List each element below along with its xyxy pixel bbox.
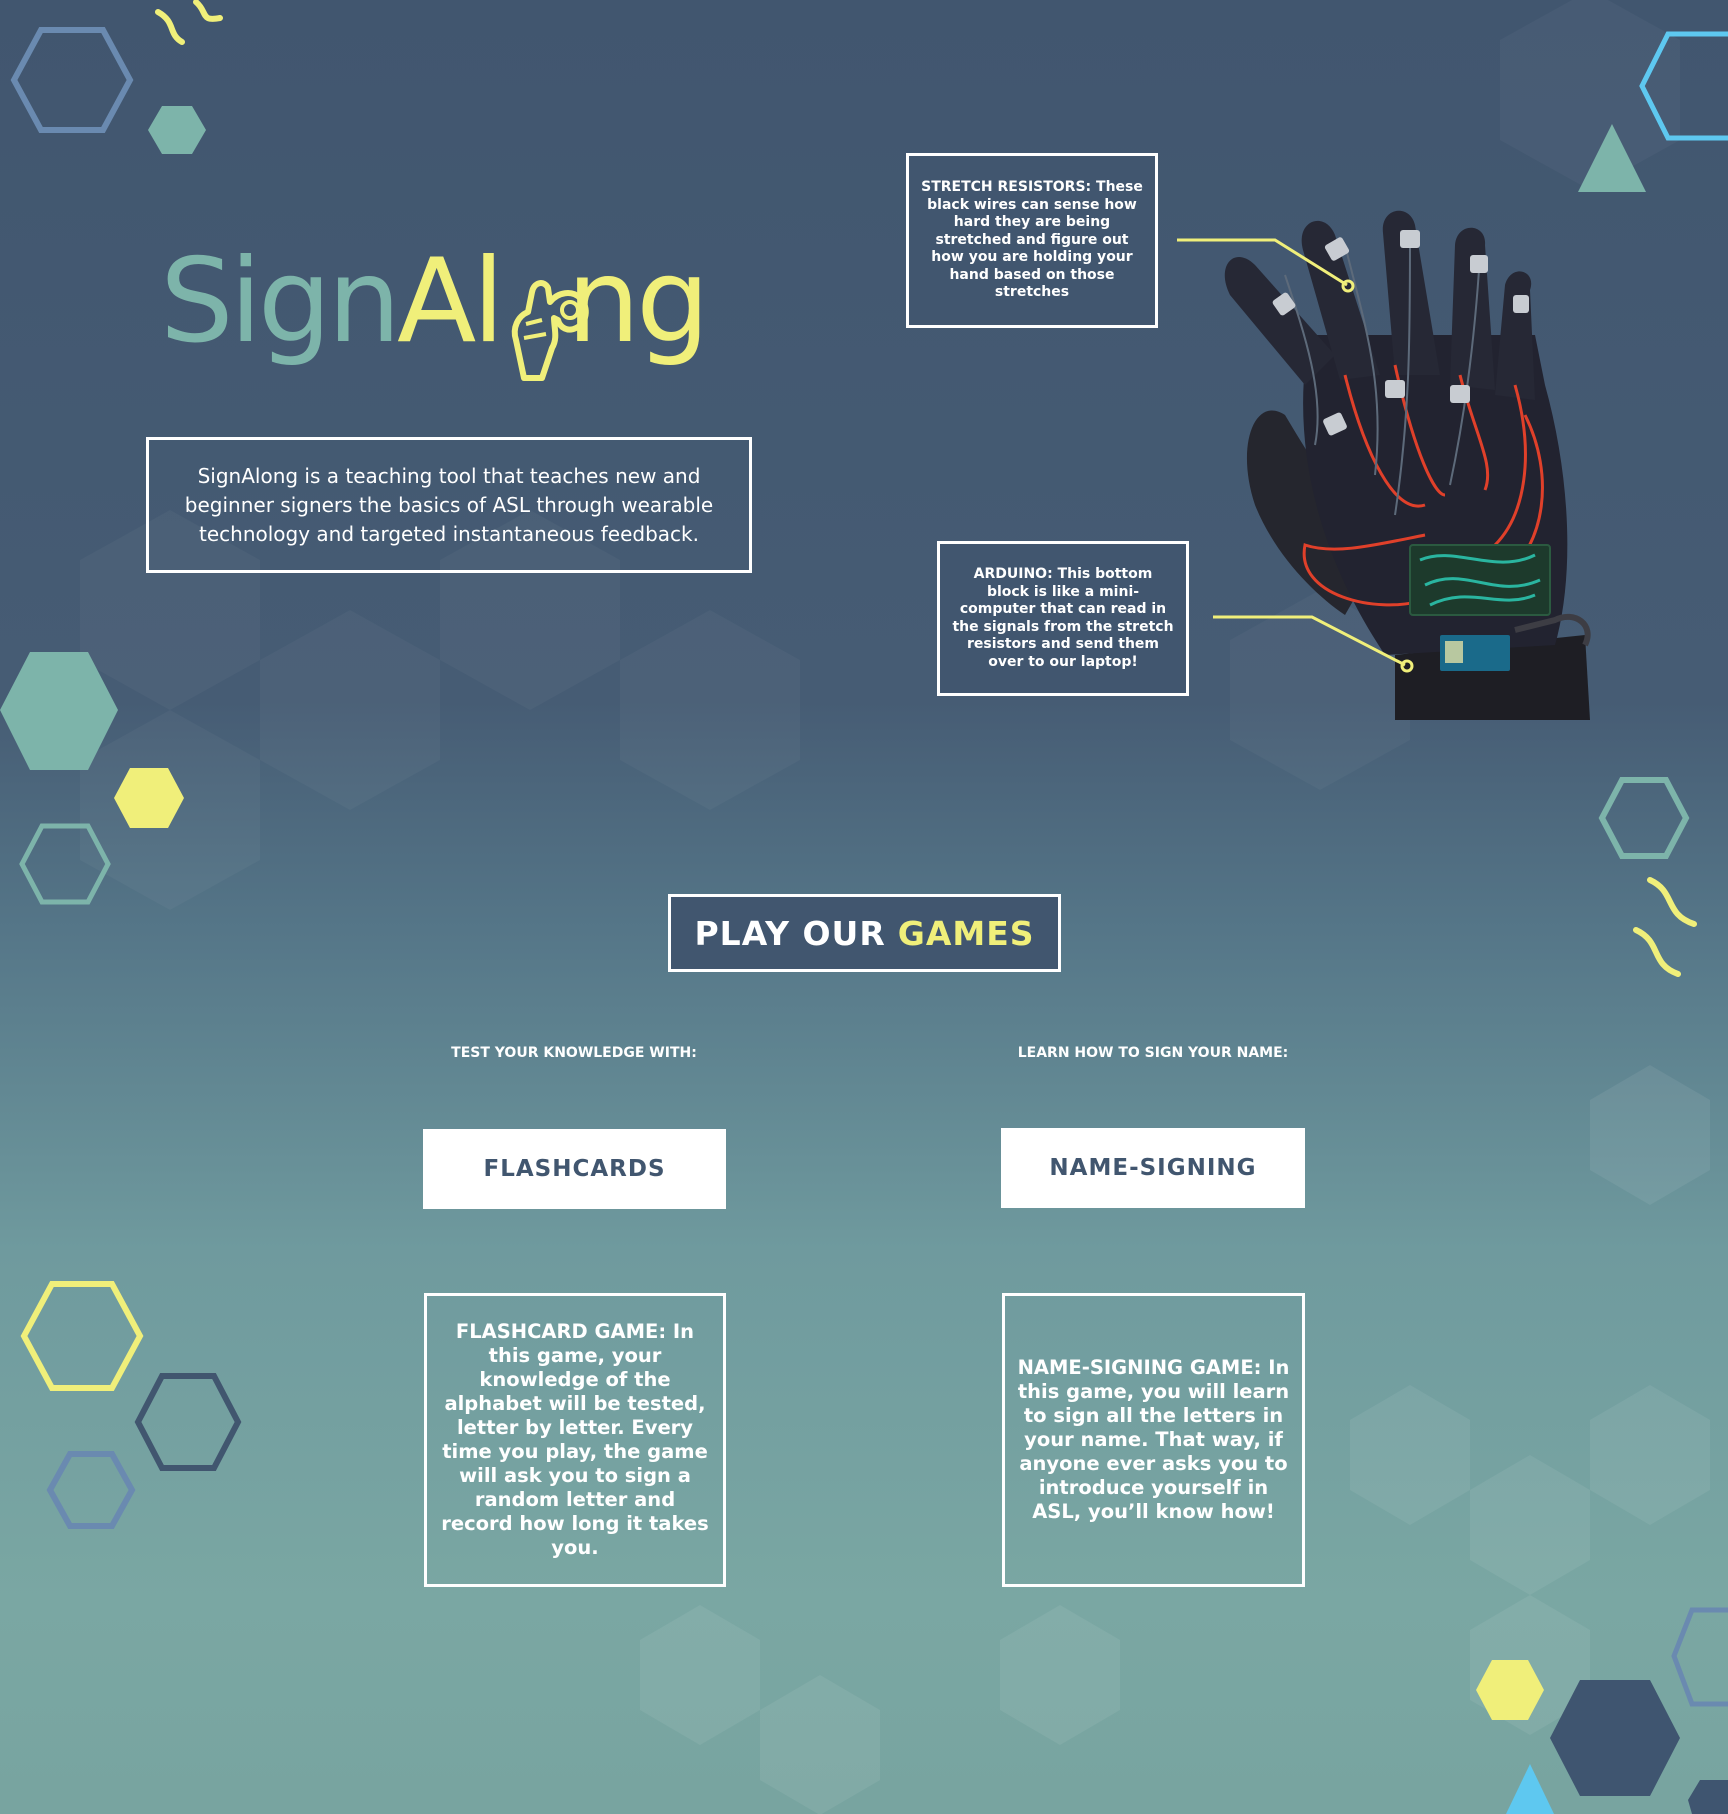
name-signing-game-text: NAME-SIGNING GAME: In this game, you wil…: [1017, 1356, 1290, 1523]
arduino-callout-line: [1213, 615, 1406, 667]
stretch-callout-line: [1177, 238, 1348, 287]
play-our-games-heading: PLAY OUR GAMES: [668, 894, 1061, 972]
arduino-text: ARDUINO: This bottom block is like a min…: [952, 566, 1174, 670]
flashcard-game-description: FLASHCARD GAME: In this game, your knowl…: [424, 1293, 726, 1587]
test-knowledge-label: TEST YOUR KNOWLEDGE WITH:: [451, 1045, 697, 1061]
learn-name-label: LEARN HOW TO SIGN YOUR NAME:: [1017, 1045, 1289, 1061]
flashcards-button[interactable]: FLASHCARDS: [423, 1129, 726, 1209]
play-heading-part1: PLAY OUR: [694, 913, 886, 953]
play-heading-part2: GAMES: [897, 913, 1035, 953]
stretch-resistors-callout: STRETCH RESISTORS: These black wires can…: [906, 153, 1158, 328]
name-signing-button[interactable]: NAME-SIGNING: [1001, 1128, 1305, 1208]
arduino-callout: ARDUINO: This bottom block is like a min…: [937, 541, 1189, 696]
flashcard-game-text: FLASHCARD GAME: In this game, your knowl…: [441, 1320, 709, 1559]
stretch-resistors-text: STRETCH RESISTORS: These black wires can…: [921, 179, 1143, 301]
stretch-callout-dot: [1341, 279, 1355, 293]
name-signing-game-description: NAME-SIGNING GAME: In this game, you wil…: [1002, 1293, 1305, 1587]
arduino-callout-dot: [1400, 659, 1414, 673]
